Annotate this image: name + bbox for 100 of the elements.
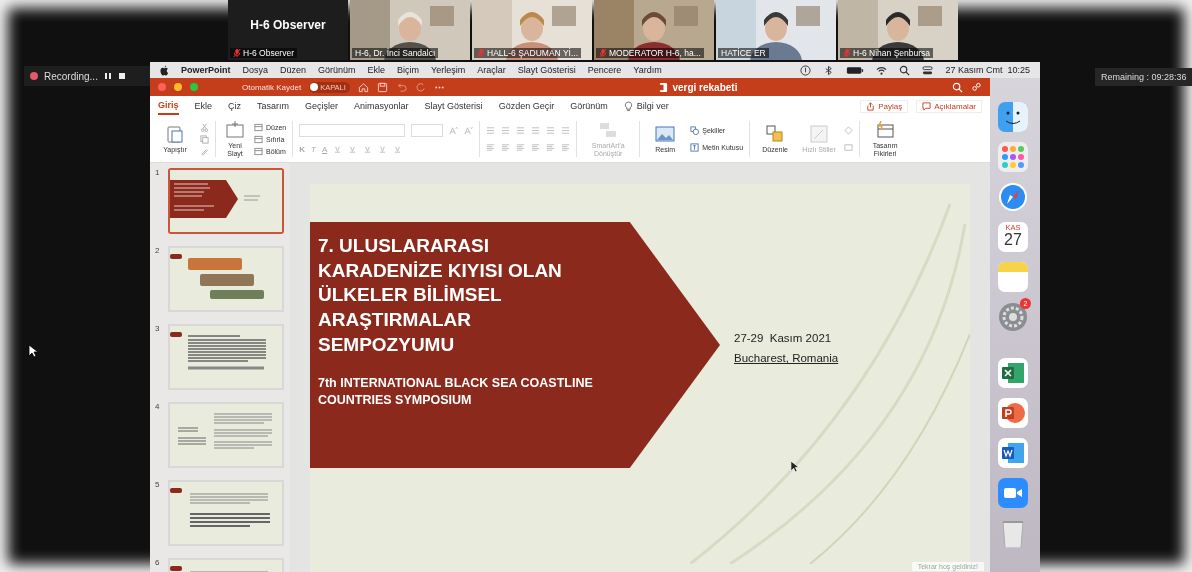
menu-item[interactable]: Ekle <box>367 65 386 75</box>
participant-name: H-6 Observer <box>250 18 326 32</box>
stop-icon[interactable] <box>117 72 126 80</box>
slide-thumbnail[interactable] <box>168 168 284 234</box>
menu-item[interactable]: Yardım <box>633 65 662 75</box>
paragraph-icon[interactable] <box>501 126 511 135</box>
text-box-icon <box>690 143 700 152</box>
document-title: vergi rekabeti <box>672 81 738 93</box>
shrink-font-icon[interactable] <box>464 126 474 135</box>
compass-icon[interactable] <box>998 182 1028 212</box>
ribbon-tab[interactable]: Görünüm <box>570 98 608 114</box>
spreadsheet-icon[interactable] <box>998 358 1028 388</box>
slide-number: 2 <box>155 246 159 257</box>
redo-icon[interactable] <box>414 81 426 93</box>
ribbon-tab[interactable]: Slayt Gösterisi <box>424 98 483 114</box>
align-icon[interactable] <box>531 143 541 152</box>
pause-icon[interactable] <box>103 72 112 80</box>
format-icon[interactable] <box>363 145 373 154</box>
minimize-button[interactable] <box>174 83 182 91</box>
shape-outline-icon[interactable] <box>844 143 854 152</box>
shapes-icon <box>690 126 700 135</box>
video-camera-icon[interactable] <box>998 478 1028 508</box>
document-icon <box>659 81 669 93</box>
format-icon[interactable] <box>393 145 403 154</box>
slide-title: 7. ULUSLARARASI KARADENİZE KIYISI OLAN ÜLKELER BİLİMSEL ARAŞTIRMALAR SEMPOZYUMU <box>318 234 563 357</box>
apple-icon[interactable] <box>160 64 169 76</box>
slide-number: 4 <box>155 402 159 413</box>
participant-name: HATİCE ER <box>721 48 766 58</box>
layout-icon <box>254 122 263 132</box>
notes-icon[interactable] <box>998 262 1028 292</box>
align-icon[interactable] <box>501 143 511 152</box>
close-button[interactable] <box>158 83 166 91</box>
font-size-field[interactable] <box>411 124 444 137</box>
people-icon[interactable] <box>971 81 982 93</box>
format-icon[interactable] <box>378 145 388 154</box>
image-icon <box>655 124 676 145</box>
share-button[interactable]: Paylaş <box>860 99 909 113</box>
ribbon-tab[interactable]: Ekle <box>194 98 213 114</box>
event-place: Bucharest, Romania <box>734 352 839 364</box>
home-icon[interactable] <box>357 81 369 93</box>
slide-number: 5 <box>155 480 159 491</box>
launchpad-icon[interactable] <box>998 142 1028 172</box>
slide-subtitle: 7th INTERNATIONAL BLACK SEA COASTLINE COUNTRIES SYMPOSIUM <box>318 375 594 410</box>
paragraph-icon[interactable] <box>516 126 526 135</box>
menu-item[interactable]: PowerPoint <box>181 65 231 75</box>
zoom-button[interactable] <box>190 83 198 91</box>
menu-item[interactable]: Dosya <box>242 65 269 75</box>
ribbon-tab[interactable]: Animasyonlar <box>354 98 409 114</box>
participant-name: H-6 Nihan Şenbursa <box>853 48 930 58</box>
align-icon[interactable] <box>516 143 526 152</box>
finder-icon[interactable] <box>998 102 1028 132</box>
ribbon-tab[interactable]: Geçişler <box>305 98 339 114</box>
save-icon[interactable] <box>376 81 388 93</box>
status-icon[interactable] <box>800 64 812 76</box>
brush-icon[interactable] <box>200 146 209 156</box>
participant-name: HALL-6 ŞADUMAN Yİ... <box>487 48 578 58</box>
participant-name: MODERATOR H-6, ha... <box>609 48 701 58</box>
comments-button[interactable]: Açıklamalar <box>916 99 982 113</box>
battery-icon[interactable] <box>846 64 865 76</box>
search-icon[interactable] <box>952 81 963 93</box>
align-icon[interactable] <box>546 143 556 152</box>
paragraph-icon[interactable] <box>561 126 571 135</box>
menu-item[interactable]: Araçlar <box>477 65 506 75</box>
align-icon[interactable] <box>486 143 496 152</box>
cut-icon[interactable] <box>200 122 209 132</box>
format-icon[interactable] <box>333 145 343 154</box>
presentation-icon[interactable] <box>998 398 1028 428</box>
slide-number: 1 <box>155 168 159 179</box>
layout-icon <box>254 146 263 156</box>
ribbon-tab[interactable]: Gözden Geçir <box>498 98 555 114</box>
document-app-icon[interactable] <box>998 438 1028 468</box>
slide-number: 3 <box>155 324 159 335</box>
bluetooth-icon[interactable] <box>823 64 835 76</box>
ribbon-tab[interactable]: Çiz <box>228 98 242 114</box>
copy-icon[interactable] <box>200 134 209 144</box>
menu-item[interactable]: Biçim <box>397 65 420 75</box>
menu-item[interactable]: Pencere <box>587 65 622 75</box>
font-name-field[interactable] <box>299 124 406 137</box>
layout-icon <box>254 134 263 144</box>
menu-item[interactable]: Düzen <box>280 65 307 75</box>
menu-item[interactable]: Slayt Gösterisi <box>517 65 576 75</box>
align-icon[interactable] <box>561 143 571 152</box>
paragraph-icon[interactable] <box>531 126 541 135</box>
lightbulb-icon <box>623 100 633 112</box>
recording-label: Recording... <box>44 70 98 82</box>
styles-icon <box>809 124 830 145</box>
clipboard-icon <box>165 124 185 145</box>
menu-item[interactable]: Yerleşim <box>431 65 466 75</box>
menu-item[interactable]: Görünüm <box>318 65 356 75</box>
tell-me-field[interactable]: Bilgi ver <box>636 98 669 114</box>
control-center-icon[interactable] <box>922 64 934 76</box>
grow-font-icon[interactable] <box>449 126 459 135</box>
menu-clock[interactable]: 27 Kasım Cmt 10:25 <box>945 65 1030 75</box>
ribbon-tab[interactable]: Tasarım <box>257 98 290 114</box>
search-icon[interactable] <box>899 64 911 76</box>
shape-fill-icon[interactable] <box>844 126 854 135</box>
paragraph-icon[interactable] <box>546 126 556 135</box>
wifi-icon[interactable] <box>876 64 888 76</box>
paragraph-icon[interactable] <box>486 126 496 135</box>
format-icon[interactable] <box>348 145 358 154</box>
